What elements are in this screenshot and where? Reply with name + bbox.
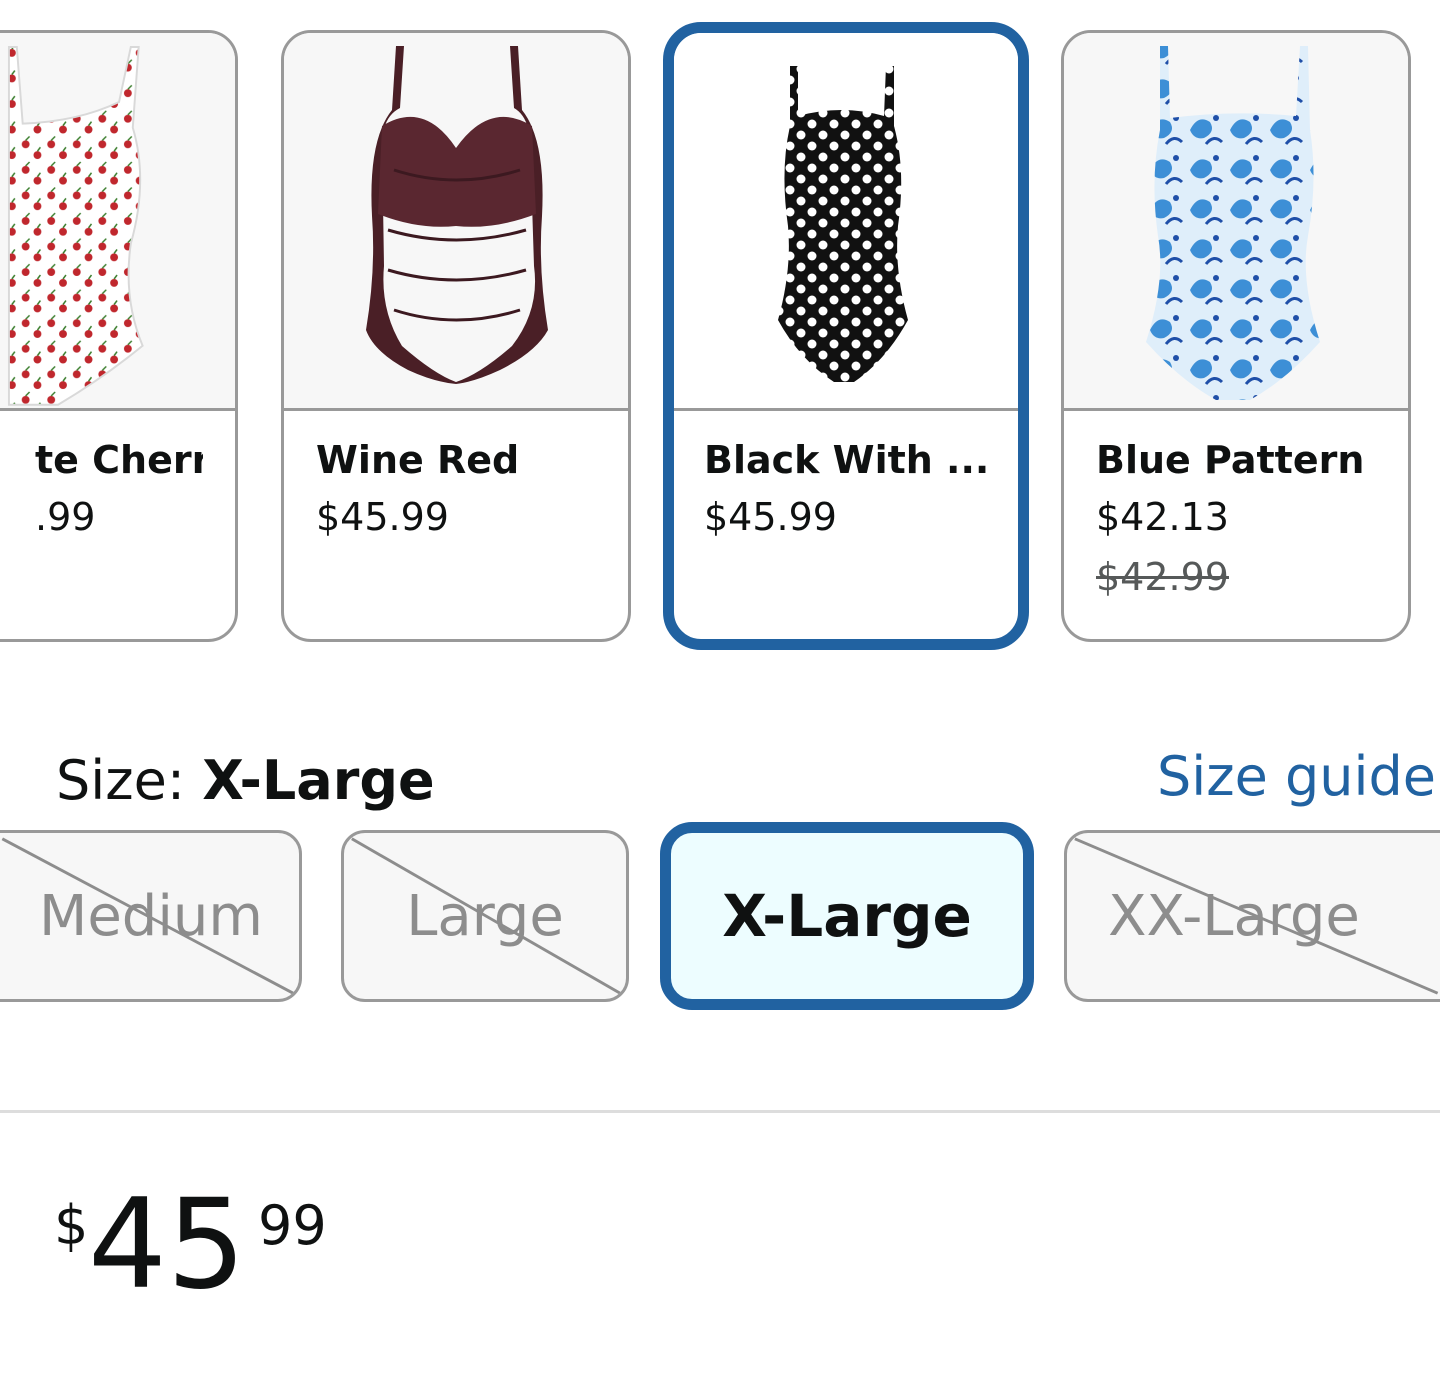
- price-fraction: 99: [258, 1194, 327, 1257]
- size-label: Size: X-Large: [56, 748, 435, 814]
- swatch-price: .99: [35, 495, 96, 539]
- size-option-xx-large[interactable]: XX-Large: [1064, 830, 1440, 1002]
- color-swatch-wine-red[interactable]: Wine Red $45.99: [281, 30, 631, 642]
- swatch-image: [1064, 33, 1408, 411]
- black-polka-dot-swimsuit-image: [778, 66, 908, 382]
- size-option-x-large[interactable]: X-Large: [660, 822, 1034, 1010]
- swatch-image: [674, 33, 1018, 411]
- section-divider: [0, 1110, 1440, 1113]
- product-variation-panel: te Cherry .99 Wine Red $45.99: [0, 0, 1440, 1378]
- color-swatch-blue-pattern[interactable]: Blue Pattern $42.13 $42.99: [1061, 30, 1411, 642]
- swatch-price: $45.99: [704, 495, 837, 539]
- swatch-image: [0, 33, 235, 411]
- swatch-name: Blue Pattern: [1096, 438, 1365, 482]
- price-currency-symbol: $: [54, 1194, 89, 1257]
- swatch-price: $45.99: [316, 495, 449, 539]
- cherry-swimsuit-image: [7, 46, 144, 406]
- unavailable-slash-icon: [1074, 837, 1439, 995]
- color-swatch-cherry[interactable]: te Cherry .99: [0, 30, 238, 642]
- size-option-label: X-Large: [722, 882, 972, 950]
- swatch-name: te Cherry: [35, 438, 203, 482]
- unavailable-slash-icon: [351, 837, 621, 995]
- size-label-prefix: Size:: [56, 749, 186, 812]
- swatch-image: [284, 33, 628, 411]
- swatch-name: Black With ...: [704, 438, 988, 482]
- price-whole: 45: [88, 1173, 246, 1317]
- selected-size-value: X-Large: [202, 749, 435, 812]
- blue-paisley-swimsuit-image: [1146, 46, 1320, 400]
- wine-red-swimsuit-image: [366, 46, 548, 384]
- swatch-price: $42.13: [1096, 495, 1229, 539]
- size-option-medium[interactable]: Medium: [0, 830, 302, 1002]
- swatch-old-price: $42.99: [1096, 555, 1229, 599]
- swatch-name: Wine Red: [316, 438, 520, 482]
- color-swatch-black-polka-dot[interactable]: Black With ... $45.99: [663, 22, 1029, 650]
- unavailable-slash-icon: [1, 837, 294, 995]
- size-option-large[interactable]: Large: [341, 830, 629, 1002]
- size-guide-link[interactable]: Size guide: [1157, 744, 1436, 810]
